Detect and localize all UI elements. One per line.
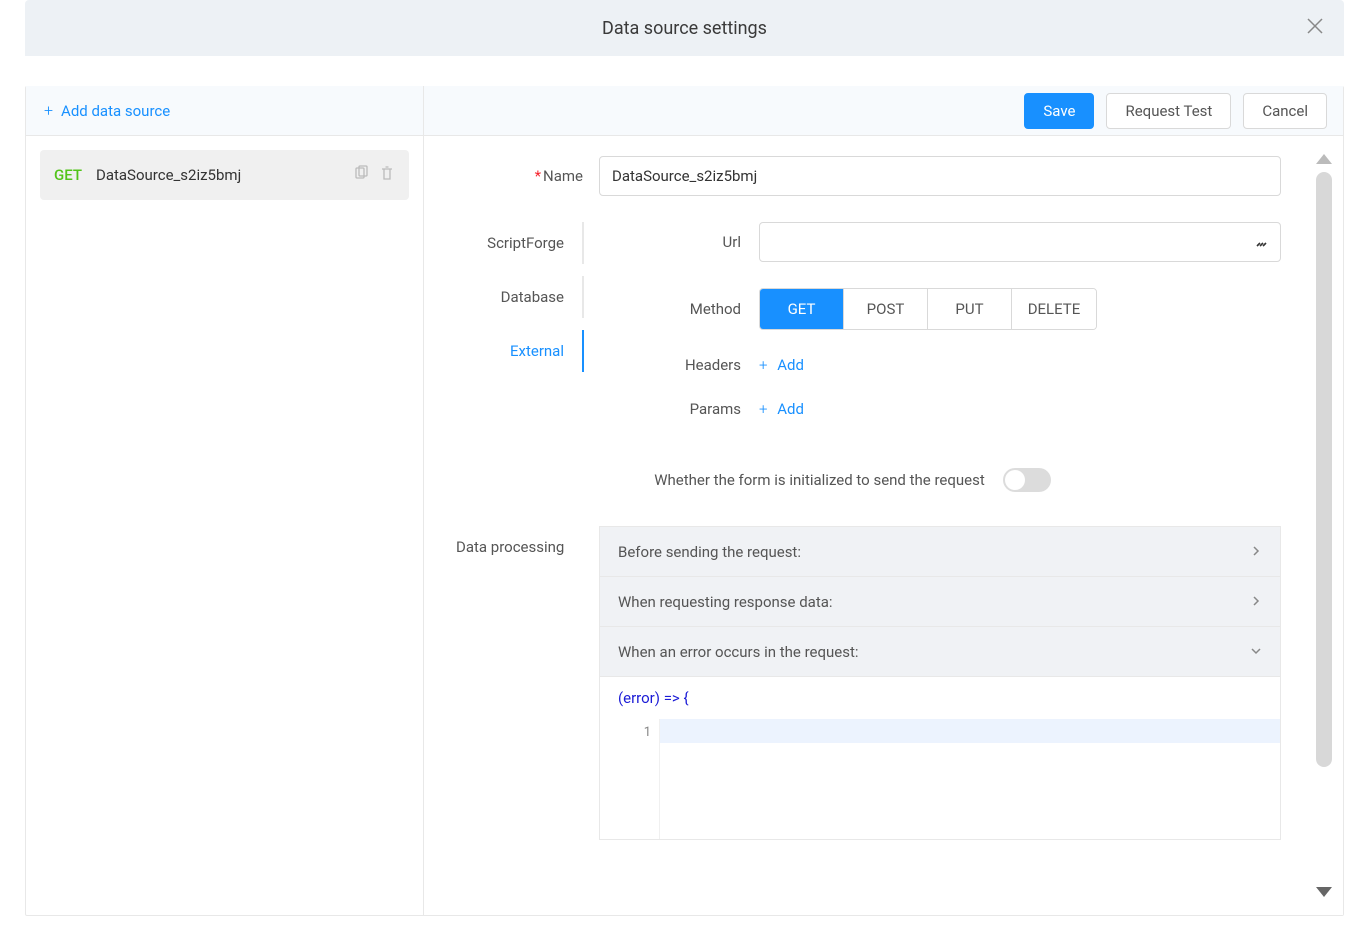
tab-scriptforge[interactable]: ScriptForge bbox=[456, 222, 584, 264]
external-form: Url Method bbox=[584, 222, 1281, 444]
source-name-label: DataSource_s2iz5bmj bbox=[96, 166, 353, 184]
data-processing-row: Data processing Before sending the reque… bbox=[424, 526, 1281, 840]
plus-icon: + bbox=[759, 356, 767, 374]
data-processing-label: Data processing bbox=[424, 526, 599, 556]
data-processing-accordion: Before sending the request: When request… bbox=[599, 526, 1281, 840]
data-source-list: GET DataSource_s2iz5bmj bbox=[26, 136, 423, 214]
form-content: Name ScriptForge Database External Url bbox=[424, 136, 1343, 915]
init-request-toggle[interactable] bbox=[1003, 468, 1051, 492]
scroll-up-icon[interactable] bbox=[1316, 154, 1332, 164]
add-data-source-label: Add data source bbox=[61, 102, 170, 120]
dp-error-header[interactable]: When an error occurs in the request: bbox=[600, 627, 1280, 677]
modal-body: + Add data source GET DataSource_s2iz5bm… bbox=[25, 86, 1344, 916]
source-type-tabs: ScriptForge Database External bbox=[424, 222, 584, 444]
url-row: Url bbox=[584, 222, 1281, 262]
tab-external[interactable]: External bbox=[456, 330, 584, 372]
type-tabs-and-form: ScriptForge Database External Url bbox=[424, 222, 1281, 444]
delete-icon[interactable] bbox=[379, 165, 395, 185]
save-button[interactable]: Save bbox=[1024, 93, 1094, 129]
method-delete[interactable]: DELETE bbox=[1012, 289, 1096, 329]
add-param-label: Add bbox=[777, 400, 804, 418]
dp-before-label: Before sending the request: bbox=[618, 543, 801, 561]
method-row: Method GET POST PUT DELETE bbox=[584, 288, 1281, 330]
gutter-line-number: 1 bbox=[608, 725, 651, 740]
name-input[interactable] bbox=[599, 156, 1281, 196]
method-label: Method bbox=[584, 300, 759, 318]
modal-title: Data source settings bbox=[602, 18, 767, 39]
name-row: Name bbox=[424, 156, 1281, 196]
modal: Data source settings + Add data source G… bbox=[25, 0, 1344, 916]
code-gutter: 1 bbox=[600, 719, 660, 839]
sidebar: + Add data source GET DataSource_s2iz5bm… bbox=[26, 86, 424, 915]
plus-icon: + bbox=[759, 400, 767, 418]
scroll-down-icon[interactable] bbox=[1316, 887, 1332, 897]
code-area[interactable] bbox=[660, 719, 1280, 839]
method-group: GET POST PUT DELETE bbox=[759, 288, 1097, 330]
source-actions bbox=[353, 165, 395, 185]
chevron-right-icon bbox=[1250, 593, 1262, 611]
add-header-label: Add bbox=[777, 356, 804, 374]
dp-error-body: (error) => { 1 bbox=[600, 677, 1280, 840]
add-header-button[interactable]: + Add bbox=[759, 356, 804, 374]
dp-response-label: When requesting response data: bbox=[618, 593, 833, 611]
dp-error-label: When an error occurs in the request: bbox=[618, 643, 859, 661]
chevron-down-icon bbox=[1250, 643, 1262, 661]
cancel-button[interactable]: Cancel bbox=[1243, 93, 1327, 129]
params-label: Params bbox=[584, 400, 759, 418]
scrollbar[interactable] bbox=[1305, 136, 1343, 915]
code-editor[interactable]: 1 bbox=[600, 719, 1280, 839]
init-request-row: Whether the form is initialized to send … bbox=[424, 468, 1281, 492]
plus-icon: + bbox=[44, 101, 53, 120]
tab-database[interactable]: Database bbox=[456, 276, 584, 318]
close-icon[interactable] bbox=[1306, 16, 1324, 40]
request-test-button[interactable]: Request Test bbox=[1106, 93, 1231, 129]
error-function-signature: (error) => { bbox=[600, 677, 1280, 719]
init-request-label: Whether the form is initialized to send … bbox=[654, 471, 985, 489]
method-get[interactable]: GET bbox=[760, 289, 844, 329]
toolbar: Save Request Test Cancel bbox=[424, 86, 1343, 136]
data-source-item[interactable]: GET DataSource_s2iz5bmj bbox=[40, 150, 409, 200]
name-label: Name bbox=[424, 167, 599, 185]
form-area: Name ScriptForge Database External Url bbox=[424, 136, 1305, 915]
code-line[interactable] bbox=[660, 719, 1280, 743]
source-method-badge: GET bbox=[54, 166, 82, 184]
url-input[interactable] bbox=[759, 222, 1281, 262]
method-post[interactable]: POST bbox=[844, 289, 928, 329]
params-row: Params + Add bbox=[584, 400, 1281, 418]
chevron-right-icon bbox=[1250, 543, 1262, 561]
scroll-track[interactable] bbox=[1316, 172, 1332, 767]
headers-label: Headers bbox=[584, 356, 759, 374]
method-put[interactable]: PUT bbox=[928, 289, 1012, 329]
modal-header: Data source settings bbox=[25, 0, 1344, 56]
dp-response-header[interactable]: When requesting response data: bbox=[600, 577, 1280, 627]
edit-icon[interactable] bbox=[1255, 232, 1271, 252]
dp-before-header[interactable]: Before sending the request: bbox=[600, 527, 1280, 577]
main-panel: Save Request Test Cancel Name ScriptForg… bbox=[424, 86, 1343, 915]
add-data-source-button[interactable]: + Add data source bbox=[26, 86, 423, 136]
copy-icon[interactable] bbox=[353, 165, 369, 185]
url-label: Url bbox=[584, 233, 759, 251]
headers-row: Headers + Add bbox=[584, 356, 1281, 374]
add-param-button[interactable]: + Add bbox=[759, 400, 804, 418]
